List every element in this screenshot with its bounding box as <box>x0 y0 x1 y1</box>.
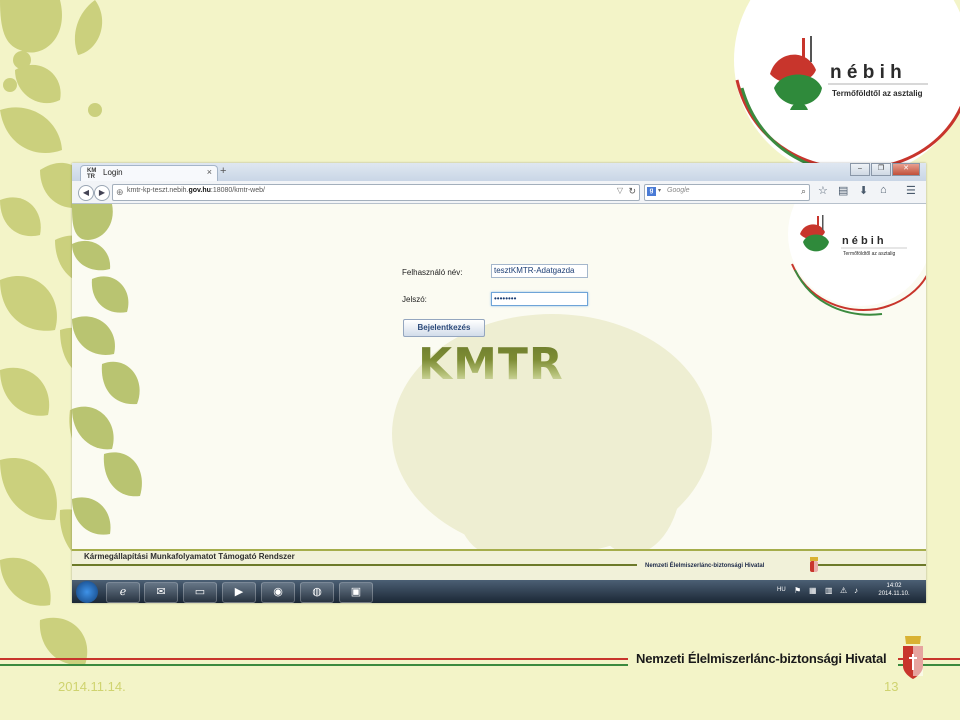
search-engine-dropdown-icon[interactable]: ▾ <box>658 187 661 194</box>
app-footer: Kármegállapítási Munkafolyamatot Támogat… <box>72 549 926 582</box>
menu-icon[interactable]: ☰ <box>906 184 916 197</box>
browser-window: KM TR Login × + – ❐ ✕ ◀ ▶ ⊕ kmtr-kp-tesz… <box>72 163 926 603</box>
tray-clock[interactable]: 14:02 2014.11.10. <box>872 582 916 598</box>
login-button[interactable]: Bejelentkezés <box>403 319 485 337</box>
office-name: Nemzeti Élelmiszerlánc-biztonsági Hivata… <box>645 563 765 569</box>
tray-app-icon[interactable]: ▦ <box>809 586 817 595</box>
forward-icon[interactable]: ▶ <box>94 185 110 201</box>
globe-icon: ⊕ <box>116 187 124 197</box>
close-window-icon[interactable]: ✕ <box>892 163 920 176</box>
internet-explorer-icon[interactable]: ℯ <box>106 582 140 603</box>
download-icon[interactable]: ⬇ <box>859 184 868 197</box>
password-label: Jelszó: <box>402 295 427 304</box>
favicon-bottom-text: TR <box>87 174 95 180</box>
flag-icon[interactable]: ⚑ <box>794 586 801 595</box>
footer-divider-line-right <box>817 564 926 566</box>
volume-icon[interactable]: ♪ <box>854 586 858 595</box>
logo-name: n é b i h <box>830 62 902 83</box>
slide-page-number: 13 <box>884 679 899 694</box>
page-content: n é b i h Termőföldtől az asztalig Felha… <box>72 204 926 549</box>
tab-login[interactable]: KM TR Login × <box>80 165 218 182</box>
google-icon[interactable]: g <box>647 187 656 196</box>
slide-date: 2014.11.14. <box>58 679 126 694</box>
search-bar[interactable]: g ▾ Google ⌕ <box>644 184 810 201</box>
media-player-icon[interactable]: ▶ <box>222 582 256 603</box>
username-input[interactable]: tesztKMTR-Adatgazda <box>491 264 588 278</box>
username-label: Felhasználó név: <box>402 268 463 277</box>
url-bar[interactable]: ⊕ kmtr-kp-teszt.nebih.gov.hu:18080/kmtr-… <box>112 184 640 201</box>
home-icon[interactable]: ⌂ <box>880 184 887 196</box>
url-dropdown-icon[interactable]: ▽ <box>617 186 623 195</box>
footer-coat-of-arms-icon <box>903 636 923 679</box>
search-icon[interactable]: ⌕ <box>801 186 806 197</box>
logo-tagline: Termőföldtől az asztalig <box>832 89 923 98</box>
back-icon[interactable]: ◀ <box>78 185 94 201</box>
new-tab-icon[interactable]: + <box>220 165 226 177</box>
bookmarks-list-icon[interactable]: ▤ <box>838 184 848 197</box>
outlook-icon[interactable]: ✉ <box>144 582 178 603</box>
clock-date: 2014.11.10. <box>878 591 910 597</box>
footer-office-name: Nemzeti Élelmiszerlánc-biztonsági Hivata… <box>636 651 887 666</box>
hungarian-coat-of-arms-icon <box>810 557 818 572</box>
search-placeholder: Google <box>667 187 690 194</box>
presentation-slide: n é b i h Termőföldtől az asztalig KM TR… <box>0 0 960 720</box>
windows-taskbar: ℯ ✉ ▭ ▶ ◉ ◍ ▣ HU ⚑ ▦ ▥ ⚠ ♪ 14:02 2014.11… <box>72 580 926 603</box>
start-button-icon[interactable] <box>76 581 98 603</box>
window-controls: – ❐ ✕ <box>849 163 920 176</box>
presentation-app-icon[interactable]: ▣ <box>339 582 373 603</box>
firefox-icon[interactable]: ◍ <box>300 582 334 603</box>
footer-divider-line <box>72 564 637 566</box>
password-input[interactable]: •••••••• <box>491 292 588 306</box>
kmtr-favicon-icon: KM TR <box>87 168 96 180</box>
tab-close-icon[interactable]: × <box>207 167 212 177</box>
minimize-icon[interactable]: – <box>850 163 870 176</box>
warning-icon[interactable]: ⚠ <box>840 586 847 595</box>
tab-bar: KM TR Login × + – ❐ ✕ <box>72 163 926 182</box>
network-icon[interactable]: ▥ <box>825 586 833 595</box>
chrome-icon[interactable]: ◉ <box>261 582 295 603</box>
bookmark-star-icon[interactable]: ☆ <box>818 184 828 197</box>
browser-toolbar: ◀ ▶ ⊕ kmtr-kp-teszt.nebih.gov.hu:18080/k… <box>72 181 926 204</box>
file-explorer-icon[interactable]: ▭ <box>183 582 217 603</box>
url-text: kmtr-kp-teszt.nebih.gov.hu:18080/kmtr-we… <box>127 187 265 194</box>
system-name: Kármegállapítási Munkafolyamatot Támogat… <box>84 552 295 561</box>
page-logo-tagline: Termőföldtől az asztalig <box>843 251 895 257</box>
maximize-icon[interactable]: ❐ <box>871 163 891 176</box>
reload-icon[interactable]: ↻ <box>628 186 636 197</box>
nebih-slide-logo: n é b i h Termőföldtől az asztalig <box>734 0 960 170</box>
language-indicator[interactable]: HU <box>777 587 786 593</box>
tab-title: Login <box>103 168 123 177</box>
clock-time: 14:02 <box>886 583 902 589</box>
page-logo-name: n é b i h <box>842 235 884 247</box>
kmtr-logo: KMTR <box>418 339 564 390</box>
